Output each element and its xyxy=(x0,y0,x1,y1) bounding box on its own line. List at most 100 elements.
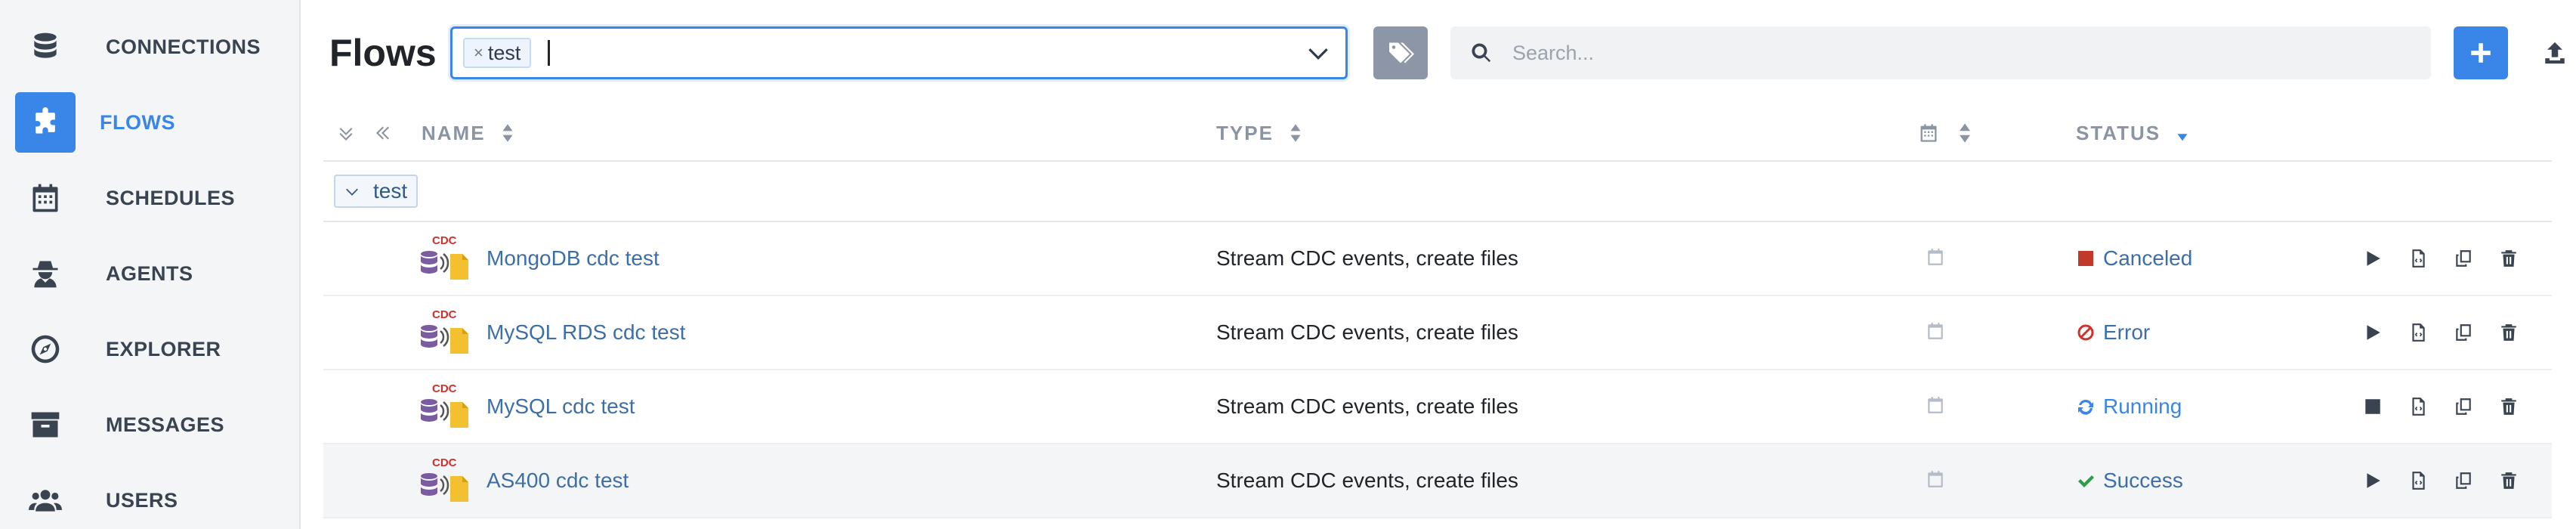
calendar-icon xyxy=(1928,248,1943,265)
code-file-icon xyxy=(2412,249,2425,268)
sidebar-item-messages[interactable]: MESSAGES xyxy=(15,393,284,456)
group-label: test xyxy=(373,179,408,203)
column-header-type-label: TYPE xyxy=(1216,121,1274,144)
tags-button[interactable] xyxy=(1373,26,1428,79)
chevron-down-icon xyxy=(346,188,358,196)
stop-button[interactable] xyxy=(2363,397,2383,416)
sidebar-item-connections[interactable]: CONNECTIONS xyxy=(15,15,284,79)
sidebar-item-label: MESSAGES xyxy=(106,413,225,436)
refresh-icon xyxy=(2076,397,2096,416)
duplicate-button[interactable] xyxy=(2454,249,2473,268)
edit-code-button[interactable] xyxy=(2408,471,2428,490)
tags-icon xyxy=(1389,42,1414,63)
status-text: Error xyxy=(2103,320,2151,344)
users-icon xyxy=(27,482,63,518)
sidebar-item-explorer[interactable]: EXPLORER xyxy=(15,317,284,381)
sidebar-item-label: USERS xyxy=(106,488,178,512)
calendar-icon xyxy=(1928,322,1943,339)
sidebar-item-label: SCHEDULES xyxy=(106,186,236,209)
app-root: CONNECTIONS FLOWS SCHEDULES AGENTS EXPLO… xyxy=(0,0,2576,529)
column-header-status[interactable]: STATUS xyxy=(2076,122,2189,145)
cdc-flow-icon: CDC xyxy=(419,234,473,283)
sidebar-item-agents[interactable]: AGENTS xyxy=(15,242,284,305)
chip-remove-button[interactable]: × xyxy=(474,43,483,63)
cell-date xyxy=(1918,247,2076,271)
check-icon xyxy=(2076,471,2096,490)
duplicate-button[interactable] xyxy=(2454,397,2473,416)
status-text: Success xyxy=(2103,469,2183,492)
edit-code-button[interactable] xyxy=(2408,397,2428,416)
tag-filter-select[interactable]: × test xyxy=(450,26,1348,79)
expand-all-icon[interactable] xyxy=(337,124,355,142)
flow-name-link[interactable]: MySQL RDS cdc test xyxy=(486,320,685,345)
group-toggle-test[interactable]: test xyxy=(334,175,419,208)
trash-icon xyxy=(2501,250,2516,267)
delete-button[interactable] xyxy=(2499,249,2519,268)
column-header-name[interactable]: NAME xyxy=(406,122,1216,145)
group-row: test xyxy=(323,162,2552,222)
text-cursor xyxy=(548,40,551,66)
calendar-icon xyxy=(1928,470,1943,487)
run-button[interactable] xyxy=(2363,323,2383,342)
copy-icon xyxy=(2456,250,2471,267)
edit-code-button[interactable] xyxy=(2408,249,2428,268)
cell-type: Stream CDC events, create files xyxy=(1216,469,1518,492)
duplicate-button[interactable] xyxy=(2454,471,2473,490)
sidebar-item-flows[interactable]: FLOWS xyxy=(15,91,284,154)
run-button[interactable] xyxy=(2363,249,2383,268)
cell-date xyxy=(1918,469,2076,493)
sidebar-item-label: FLOWS xyxy=(100,110,175,134)
cdc-badge: CDC xyxy=(432,456,457,469)
stop-square-icon xyxy=(2076,249,2096,268)
cell-name: CDC MySQL cdc test xyxy=(323,382,1216,431)
sidebar-item-users[interactable]: USERS xyxy=(15,469,284,529)
status-cell: Error xyxy=(2076,320,2363,345)
delete-button[interactable] xyxy=(2499,397,2519,416)
page-title: Flows xyxy=(329,32,437,74)
cell-name: CDC MongoDB cdc test xyxy=(323,234,1216,283)
compass-icon xyxy=(27,331,63,367)
sidebar-item-schedules[interactable]: SCHEDULES xyxy=(15,166,284,230)
column-header-status-label: STATUS xyxy=(2076,121,2161,144)
chevron-down-icon[interactable] xyxy=(1305,39,1332,67)
column-header-type[interactable]: TYPE xyxy=(1216,122,1918,145)
delete-button[interactable] xyxy=(2499,471,2519,490)
flows-table: NAME TYPE STATUS test CDC MongoDB cdc te… xyxy=(323,106,2552,518)
upload-icon xyxy=(2545,42,2565,64)
trash-icon xyxy=(2501,324,2516,341)
upload-button[interactable] xyxy=(2538,36,2571,70)
flow-name-link[interactable]: AS400 cdc test xyxy=(486,469,629,493)
tag-chip: × test xyxy=(463,38,532,68)
cell-type: Stream CDC events, create files xyxy=(1216,394,1518,418)
column-header-date[interactable] xyxy=(1918,122,2076,144)
row-actions xyxy=(2363,471,2519,490)
flow-name-link[interactable]: MySQL cdc test xyxy=(486,394,635,419)
add-flow-button[interactable] xyxy=(2454,26,2508,79)
copy-icon xyxy=(2456,324,2471,341)
calendar-icon xyxy=(1920,124,1937,142)
table-row: CDC MySQL RDS cdc test Stream CDC events… xyxy=(323,296,2552,370)
cell-date xyxy=(1918,321,2076,345)
cdc-flow-icon: CDC xyxy=(419,456,473,505)
run-button[interactable] xyxy=(2363,471,2383,490)
code-file-icon xyxy=(2412,472,2425,490)
cell-name: CDC MySQL RDS cdc test xyxy=(323,308,1216,357)
row-actions xyxy=(2363,397,2519,416)
sidebar: CONNECTIONS FLOWS SCHEDULES AGENTS EXPLO… xyxy=(0,0,301,529)
toolbar: Flows × test xyxy=(323,0,2576,106)
delete-button[interactable] xyxy=(2499,323,2519,342)
copy-icon xyxy=(2456,398,2471,415)
table-row: CDC MongoDB cdc test Stream CDC events, … xyxy=(323,222,2552,296)
edit-code-button[interactable] xyxy=(2408,323,2428,342)
cdc-flow-icon: CDC xyxy=(419,308,473,357)
ban-icon xyxy=(2076,323,2096,342)
search-input[interactable] xyxy=(1512,41,2343,65)
duplicate-button[interactable] xyxy=(2454,323,2473,342)
status-cell: Success xyxy=(2076,469,2363,493)
collapse-all-icon[interactable] xyxy=(375,124,393,142)
search-icon xyxy=(1472,43,1491,63)
flow-name-link[interactable]: MongoDB cdc test xyxy=(486,246,659,271)
sort-icon xyxy=(1954,122,1975,144)
row-actions xyxy=(2363,323,2519,342)
header-controls xyxy=(323,124,406,142)
